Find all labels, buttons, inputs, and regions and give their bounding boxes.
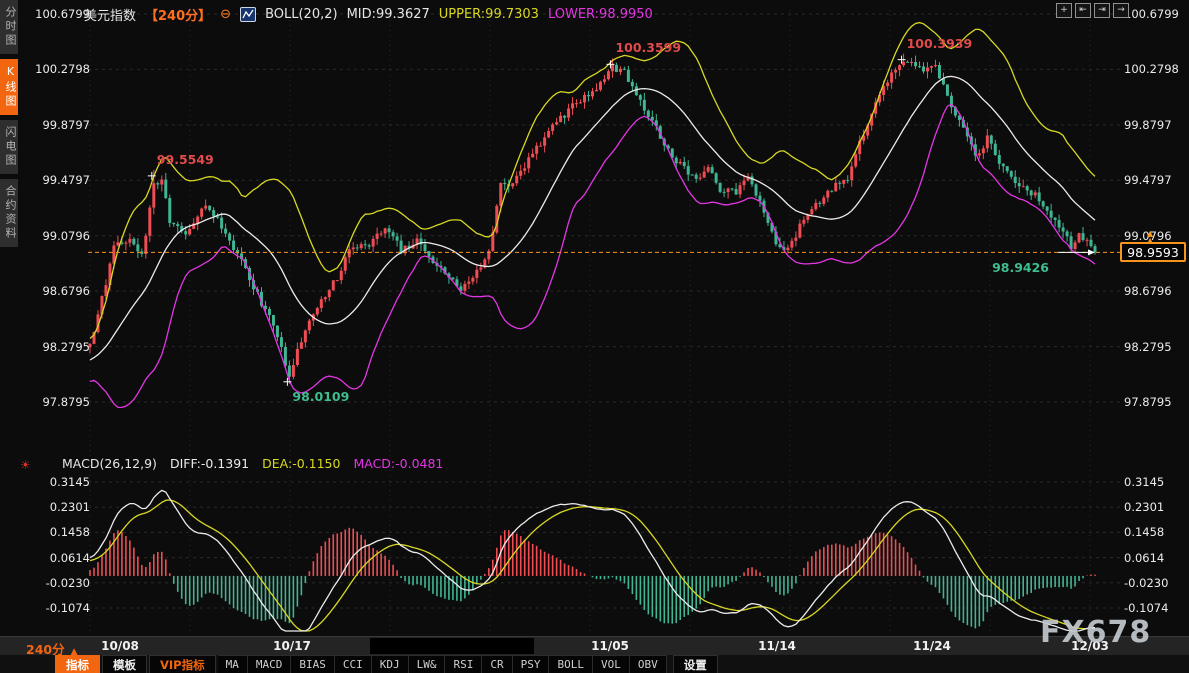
macd-header: MACD(26,12,9) DIFF:-0.1391 DEA:-0.1150 M… [62, 456, 443, 471]
indicator-tab-CR[interactable]: CR [482, 655, 512, 673]
price-up-arrows-icon: ▲▲ [1147, 231, 1153, 244]
collapse-circle-icon[interactable]: ⊖ [220, 8, 231, 21]
date-tick-10/08: 10/08 [98, 639, 142, 653]
expand-bars-icon[interactable]: ⇥ [1094, 3, 1110, 18]
pan-right-icon[interactable]: → [1113, 3, 1129, 18]
indicator-tab-RSI[interactable]: RSI [445, 655, 482, 673]
boll-upper-value: UPPER:99.7303 [439, 7, 539, 22]
indicator-tab-MA[interactable]: MA [218, 655, 248, 673]
time-axis-strip: 240分▲ 10/0810/1711/0511/1411/2412/03 [0, 636, 1189, 655]
chart-canvas[interactable] [0, 0, 1189, 673]
sidebar-tab-合约资料[interactable]: 合约资料 [0, 179, 18, 247]
indicator-tab-BOLL[interactable]: BOLL [549, 655, 593, 673]
toolbar-tab-指标[interactable]: 指标 [55, 655, 100, 673]
boll-indicator-label: BOLL(20,2) [265, 7, 338, 22]
indicator-tab-MACD[interactable]: MACD [248, 655, 292, 673]
date-tick-12/03: 12/03 [1068, 639, 1112, 653]
date-tick-11/05: 11/05 [588, 639, 632, 653]
date-tick-11/24: 11/24 [910, 639, 954, 653]
macd-settings-icon[interactable]: ☀ [20, 458, 31, 472]
window-controls: +⇤⇥→ [1056, 3, 1129, 18]
period-badge: 【240分】 [145, 5, 211, 24]
toolbar-tab-模板[interactable]: 模板 [102, 655, 147, 673]
settings-button[interactable]: 设置 [673, 655, 718, 673]
sidebar-tab-分时图[interactable]: 分时图 [0, 0, 18, 54]
chart-type-icon [240, 7, 256, 22]
indicator-tab-VOL[interactable]: VOL [593, 655, 630, 673]
indicator-tab-OBV[interactable]: OBV [630, 655, 667, 673]
sidebar-tab-闪电图[interactable]: 闪电图 [0, 120, 18, 174]
sidebar: 分时图 K线图闪电图合约资料 [0, 0, 18, 655]
macd-dea-value: DEA:-0.1150 [262, 456, 340, 471]
indicator-tab-KDJ[interactable]: KDJ [372, 655, 409, 673]
compress-bars-icon[interactable]: ⇤ [1075, 3, 1091, 18]
symbol-name: 美元指数 [84, 5, 136, 24]
date-tick-10/17: 10/17 [270, 639, 314, 653]
macd-macd-value: MACD:-0.0481 [353, 456, 443, 471]
indicator-tab-BIAS[interactable]: BIAS [291, 655, 335, 673]
date-tick-11/14: 11/14 [755, 639, 799, 653]
toolbar-tab-VIP指标[interactable]: VIP指标 [149, 655, 216, 673]
indicator-tab-LW&[interactable]: LW& [409, 655, 446, 673]
chart-header: 美元指数 【240分】 ⊖ BOLL(20,2) MID:99.3627 UPP… [84, 5, 653, 24]
macd-diff-value: DIFF:-0.1391 [170, 456, 249, 471]
trading-app-window: 100.6799100.6799100.2798100.279899.87979… [0, 0, 1189, 673]
scrollbar-thumb[interactable] [370, 638, 534, 654]
boll-lower-value: LOWER:98.9950 [548, 7, 653, 22]
sidebar-tab-K线图[interactable]: K线图 [0, 59, 18, 115]
indicator-toolbar: 指标模板VIP指标MAMACDBIASCCIKDJLW&RSICRPSYBOLL… [0, 655, 1189, 673]
indicator-tab-CCI[interactable]: CCI [335, 655, 372, 673]
boll-mid-value: MID:99.3627 [347, 7, 430, 22]
crosshair-icon[interactable]: + [1056, 3, 1072, 18]
current-price-box: 98.9593 [1120, 242, 1186, 262]
indicator-tab-PSY[interactable]: PSY [513, 655, 550, 673]
macd-indicator-label: MACD(26,12,9) [62, 456, 157, 471]
